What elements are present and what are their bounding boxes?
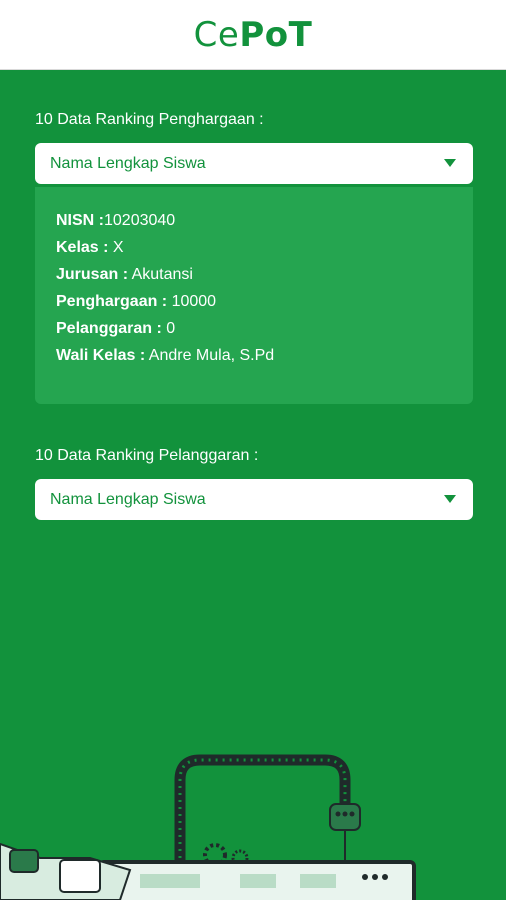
- info-wali-kelas: Wali Kelas : Andre Mula, S.Pd: [56, 342, 473, 369]
- app-logo: CePoT: [194, 18, 313, 52]
- info-value: 10203040: [104, 212, 176, 229]
- logo-bold-text: PoT: [239, 14, 313, 55]
- info-key: Pelanggaran :: [56, 320, 162, 337]
- info-key: Penghargaan :: [56, 293, 168, 310]
- info-key: Jurusan :: [56, 266, 129, 283]
- chevron-down-icon: [444, 495, 456, 503]
- rewards-ranking-label: 10 Data Ranking Penghargaan :: [35, 111, 264, 128]
- info-value: Akutansi: [128, 266, 193, 283]
- logo-light-text: Ce: [193, 14, 240, 55]
- info-key: Wali Kelas :: [56, 347, 146, 364]
- info-key: Kelas :: [56, 239, 109, 256]
- info-value: 0: [161, 320, 176, 337]
- violations-student-dropdown[interactable]: Nama Lengkap Siswa: [35, 479, 473, 520]
- info-value: 10000: [167, 293, 217, 310]
- info-kelas: Kelas : X: [56, 234, 473, 261]
- info-pelanggaran: Pelanggaran : 0: [56, 315, 473, 342]
- info-jurusan: Jurusan : Akutansi: [56, 261, 473, 288]
- violations-ranking-label: 10 Data Ranking Pelanggaran :: [35, 447, 259, 464]
- violations-dropdown-value: Nama Lengkap Siswa: [50, 490, 206, 508]
- info-penghargaan: Penghargaan : 10000: [56, 288, 473, 315]
- rewards-student-dropdown[interactable]: Nama Lengkap Siswa: [35, 143, 473, 184]
- info-key: NISN :: [56, 212, 104, 229]
- info-nisn: NISN :10203040: [56, 207, 473, 234]
- computer-cable-illustration: [0, 754, 416, 900]
- rewards-dropdown-value: Nama Lengkap Siswa: [50, 154, 206, 172]
- app-header: CePoT: [0, 0, 506, 70]
- student-info-card: NISN :10203040 Kelas : X Jurusan : Akuta…: [35, 187, 473, 404]
- info-value: Andre Mula, S.Pd: [145, 347, 275, 364]
- info-value: X: [108, 239, 124, 256]
- chevron-down-icon: [444, 159, 456, 167]
